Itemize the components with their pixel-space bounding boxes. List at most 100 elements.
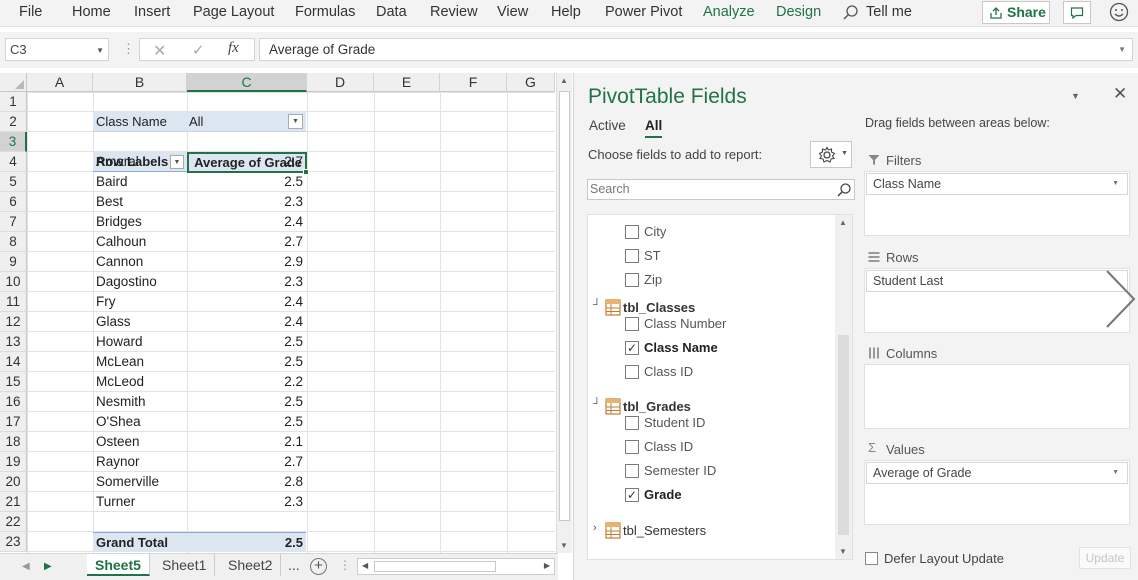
row-header[interactable]: 8 <box>0 232 27 252</box>
columns-area[interactable] <box>864 364 1130 429</box>
row-label-cell[interactable]: Cannon <box>93 252 186 272</box>
tab-insert[interactable]: Insert <box>134 4 170 20</box>
tab-home[interactable]: Home <box>72 4 111 20</box>
value-cell[interactable]: 2.3 <box>187 192 306 212</box>
sheet-tab-sheet2[interactable]: Sheet2 <box>220 554 282 576</box>
value-cell[interactable]: 2.5 <box>187 332 306 352</box>
tab-review[interactable]: Review <box>430 4 478 20</box>
column-header-selected[interactable]: C <box>187 73 307 92</box>
row-label-cell[interactable]: McLeod <box>93 372 186 392</box>
tell-me-box[interactable]: Tell me <box>866 4 912 20</box>
checkbox-box[interactable]: ✓ <box>625 488 639 502</box>
row-header[interactable]: 5 <box>0 172 27 192</box>
value-cell[interactable]: 2.5 <box>187 352 306 372</box>
insert-function-icon[interactable]: fx <box>228 40 239 57</box>
value-cell[interactable]: 2.5 <box>187 392 306 412</box>
comments-button[interactable] <box>1063 1 1091 24</box>
values-area[interactable]: Average of Grade ▼ <box>864 460 1130 525</box>
value-cell[interactable]: 2.9 <box>187 252 306 272</box>
field-list-scrollbar[interactable]: ▲ ▼ <box>835 215 852 559</box>
column-header[interactable]: B <box>93 73 187 92</box>
scroll-down-icon[interactable]: ▼ <box>839 547 847 556</box>
value-cell[interactable]: 2.8 <box>187 472 306 492</box>
checkbox-box[interactable] <box>625 273 639 287</box>
tab-data[interactable]: Data <box>376 4 407 20</box>
tab-active[interactable]: Active <box>589 118 626 133</box>
cell-area[interactable]: Class Name All ▼ Row Labels ▼ Average of… <box>27 92 555 553</box>
row-header[interactable]: 22 <box>0 512 27 532</box>
scroll-left-icon[interactable]: ◀ <box>362 561 368 570</box>
row-header[interactable]: 12 <box>0 312 27 332</box>
checkbox-box[interactable] <box>865 552 878 565</box>
field-list-scroll-thumb[interactable] <box>838 335 849 535</box>
name-box[interactable]: C3 ▼ <box>5 38 109 61</box>
row-header[interactable]: 9 <box>0 252 27 272</box>
tab-formulas[interactable]: Formulas <box>295 4 355 20</box>
row-header[interactable]: 15 <box>0 372 27 392</box>
value-cell[interactable]: 2.3 <box>187 492 306 512</box>
scroll-down-icon[interactable]: ▼ <box>560 541 568 550</box>
row-header[interactable]: 16 <box>0 392 27 412</box>
scroll-up-icon[interactable]: ▲ <box>839 218 847 227</box>
more-sheets[interactable]: ... <box>288 557 300 573</box>
column-header[interactable]: E <box>374 73 440 92</box>
filter-dropdown-button[interactable]: ▼ <box>288 114 303 129</box>
checkbox-box[interactable] <box>625 365 639 379</box>
value-cell[interactable]: 2.7 <box>187 452 306 472</box>
checkbox-box[interactable] <box>625 464 639 478</box>
tab-view[interactable]: View <box>497 4 528 20</box>
sheet-next-icon[interactable]: ▶ <box>44 561 52 572</box>
value-cell[interactable]: 2.4 <box>187 312 306 332</box>
row-header[interactable]: 23 <box>0 532 27 552</box>
row-header[interactable]: 3 <box>0 132 27 152</box>
row-header[interactable]: 21 <box>0 492 27 512</box>
row-label-cell[interactable]: Turner <box>93 492 186 512</box>
row-label-cell[interactable]: Glass <box>93 312 186 332</box>
collapse-icon[interactable]: ┘ <box>593 398 601 410</box>
checkbox-box[interactable]: ✓ <box>625 341 639 355</box>
value-cell[interactable]: 2.1 <box>187 432 306 452</box>
values-area-item[interactable]: Average of Grade ▼ <box>866 462 1128 484</box>
row-header[interactable]: 20 <box>0 472 27 492</box>
field-search-input[interactable]: Search <box>587 179 855 200</box>
column-header[interactable]: F <box>440 73 507 92</box>
feedback-smiley-icon[interactable] <box>1108 1 1130 23</box>
value-cell[interactable]: 2.5 <box>187 172 306 192</box>
row-header[interactable]: 19 <box>0 452 27 472</box>
chevron-down-icon[interactable]: ▼ <box>1112 469 1119 476</box>
row-label-cell[interactable]: Somerville <box>93 472 186 492</box>
value-cell[interactable]: 2.2 <box>187 372 306 392</box>
scroll-right-icon[interactable]: ▶ <box>544 561 550 570</box>
pane-options-icon[interactable]: ▼ <box>1071 91 1080 101</box>
update-button[interactable]: Update <box>1079 547 1131 569</box>
checkbox-box[interactable] <box>625 317 639 331</box>
column-header[interactable]: A <box>27 73 93 92</box>
row-label-cell[interactable]: McLean <box>93 352 186 372</box>
add-sheet-icon[interactable]: + <box>310 558 327 575</box>
vertical-scrollbar[interactable]: ▲ ▼ <box>556 73 572 553</box>
row-label-cell[interactable]: Calhoun <box>93 232 186 252</box>
expand-formula-icon[interactable]: ▼ <box>1118 45 1126 54</box>
row-header[interactable]: 6 <box>0 192 27 212</box>
row-label-cell[interactable]: Amaral <box>93 152 186 172</box>
checkbox-box[interactable] <box>625 249 639 263</box>
column-header[interactable]: G <box>507 73 555 92</box>
row-header[interactable]: 10 <box>0 272 27 292</box>
field-list-settings-button[interactable]: ▼ <box>810 141 852 168</box>
sheet-prev-icon[interactable]: ◀ <box>22 561 30 572</box>
tab-help[interactable]: Help <box>551 4 581 20</box>
value-cell[interactable]: 2.7 <box>187 232 306 252</box>
tab-page-layout[interactable]: Page Layout <box>193 4 274 20</box>
row-label-cell[interactable]: Bridges <box>93 212 186 232</box>
rows-area[interactable]: Student Last <box>864 268 1130 333</box>
horizontal-scrollbar[interactable]: ◀ ▶ <box>357 558 555 575</box>
scroll-up-icon[interactable]: ▲ <box>560 76 568 85</box>
close-icon[interactable]: ✕ <box>1113 84 1127 104</box>
chevron-down-icon[interactable]: ▼ <box>1112 180 1119 187</box>
row-header[interactable]: 13 <box>0 332 27 352</box>
row-label-cell[interactable]: Howard <box>93 332 186 352</box>
row-header[interactable]: 1 <box>0 92 27 112</box>
expand-icon[interactable]: › <box>593 522 597 534</box>
select-all-corner[interactable] <box>0 73 27 92</box>
row-label-cell[interactable]: Nesmith <box>93 392 186 412</box>
